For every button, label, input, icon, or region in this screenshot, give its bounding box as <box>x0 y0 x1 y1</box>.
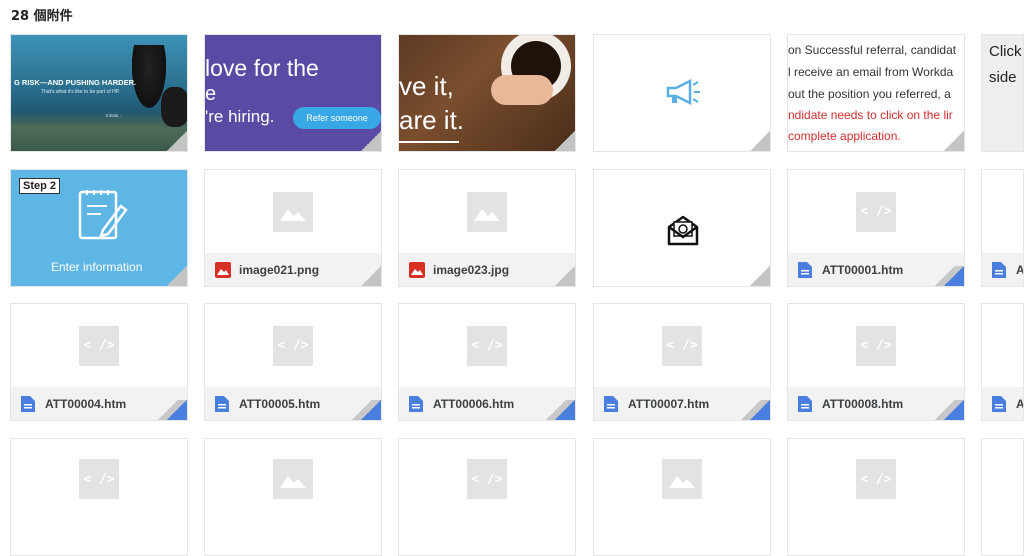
page-fold-icon <box>944 400 964 420</box>
attachment-image023[interactable]: image023.jpg <box>398 169 576 287</box>
purple-line3: 're hiring. <box>205 107 275 126</box>
step-caption: Enter information <box>51 260 143 274</box>
diver-subtext: That's what it's like to be part of HP. <box>41 89 120 95</box>
code-placeholder-icon: < /> <box>856 325 896 366</box>
image-placeholder-icon <box>273 191 313 232</box>
page-fold-icon <box>944 131 964 151</box>
file-name: A <box>1016 262 1024 277</box>
document-file-icon <box>798 261 812 278</box>
attachment-partial-row2[interactable]: A <box>981 169 1024 287</box>
page-fold-icon <box>750 400 770 420</box>
file-name: ATT00007.htm <box>628 396 710 411</box>
coffee-line1: ve it, <box>399 71 454 101</box>
attachment-referral-banner[interactable]: love for the e 're hiring. Refer someone <box>204 34 382 152</box>
edit-document-icon <box>77 186 129 247</box>
document-file-icon <box>215 395 229 412</box>
attachment-step2-image[interactable]: Step 2 Enter information <box>10 169 188 287</box>
attachment-click-side[interactable]: Click side <box>981 34 1024 152</box>
attachment-announcement-image[interactable] <box>593 34 771 152</box>
attachment-count: 28 個附件 <box>11 9 73 24</box>
document-file-icon <box>604 395 618 412</box>
referral-line1: on Successful referral, candidat <box>788 43 957 57</box>
page-fold-icon <box>361 266 381 286</box>
attachment-att00006[interactable]: < /> ATT00006.htm <box>398 303 576 421</box>
click-line1: Click <box>989 43 1022 60</box>
file-name: ATT00006.htm <box>433 396 515 411</box>
attachment-diver-image[interactable]: G RISK—AND PUSHING HARDER. That's what i… <box>10 34 188 152</box>
code-placeholder-icon: < /> <box>467 325 507 366</box>
page-fold-icon <box>361 400 381 420</box>
page-fold-icon <box>167 266 187 286</box>
file-name: ATT00004.htm <box>45 396 127 411</box>
file-name: image021.png <box>239 262 320 277</box>
page-fold-icon <box>750 131 770 151</box>
document-file-icon <box>21 395 35 412</box>
image-placeholder-icon <box>467 191 507 232</box>
referral-line4: ndidate needs to click on the lir <box>788 108 953 122</box>
attachment-att00001[interactable]: < /> ATT00001.htm <box>787 169 965 287</box>
code-placeholder-icon: < /> <box>79 325 119 366</box>
document-file-icon <box>992 261 1006 278</box>
code-placeholder-icon: < /> <box>467 459 507 499</box>
attachment-att00007[interactable]: < /> ATT00007.htm <box>593 303 771 421</box>
attachment-att00004[interactable]: < /> ATT00004.htm <box>10 303 188 421</box>
diver-headline: G RISK—AND PUSHING HARDER. <box>14 78 137 87</box>
code-placeholder-icon: < /> <box>856 459 896 499</box>
attachment-referral-instructions[interactable]: on Successful referral, candidat l recei… <box>787 34 965 152</box>
diver-tiny: Inhale... <box>106 113 123 118</box>
mail-open-icon <box>667 214 699 251</box>
step-badge: Step 2 <box>19 178 61 194</box>
image-placeholder-icon <box>662 459 702 499</box>
attachment-row4-5[interactable]: < /> <box>787 438 965 556</box>
page-fold-icon <box>555 400 575 420</box>
attachment-partial-row3[interactable]: A <box>981 303 1024 421</box>
code-placeholder-icon: < /> <box>662 325 702 366</box>
attachment-row4-4[interactable] <box>593 438 771 556</box>
image-placeholder-icon <box>273 459 313 499</box>
attachment-image021[interactable]: image021.png <box>204 169 382 287</box>
click-line2: side <box>989 69 1017 86</box>
document-file-icon <box>409 395 423 412</box>
attachment-att00005[interactable]: < /> ATT00005.htm <box>204 303 382 421</box>
page-fold-icon <box>555 266 575 286</box>
page-fold-icon <box>750 266 770 286</box>
referral-line5: complete application. <box>788 129 901 143</box>
coffee-line2: are it. <box>399 105 465 135</box>
file-name: ATT00005.htm <box>239 396 321 411</box>
attachment-att00008[interactable]: < /> ATT00008.htm <box>787 303 965 421</box>
megaphone-icon <box>664 78 702 110</box>
attachment-coffee-image[interactable]: ve it, are it. <box>398 34 576 152</box>
page-fold-icon <box>944 266 964 286</box>
document-file-icon <box>992 395 1006 412</box>
page-fold-icon <box>167 400 187 420</box>
attachment-row4-2[interactable] <box>204 438 382 556</box>
purple-line1: love for the <box>205 55 319 81</box>
file-name: ATT00001.htm <box>822 262 904 277</box>
refer-someone-button: Refer someone <box>293 107 381 129</box>
attachment-mail-image[interactable] <box>593 169 771 287</box>
attachment-row4-3[interactable]: < /> <box>398 438 576 556</box>
image-file-icon <box>409 261 425 278</box>
page-fold-icon <box>361 131 381 151</box>
document-file-icon <box>798 395 812 412</box>
file-name: A <box>1016 396 1024 411</box>
file-name: image023.jpg <box>433 262 510 277</box>
code-placeholder-icon: < /> <box>273 325 313 366</box>
purple-line2: e <box>205 83 217 105</box>
page-fold-icon <box>167 131 187 151</box>
attachment-row4-1[interactable]: < /> <box>10 438 188 556</box>
referral-line3: out the position you referred, a <box>788 87 951 101</box>
page-fold-icon <box>555 131 575 151</box>
attachment-row4-6[interactable] <box>981 438 1024 556</box>
code-placeholder-icon: < /> <box>79 459 119 499</box>
file-name: ATT00008.htm <box>822 396 904 411</box>
code-placeholder-icon: < /> <box>856 191 896 232</box>
image-file-icon <box>215 261 231 278</box>
referral-line2: l receive an email from Workda <box>788 65 954 79</box>
